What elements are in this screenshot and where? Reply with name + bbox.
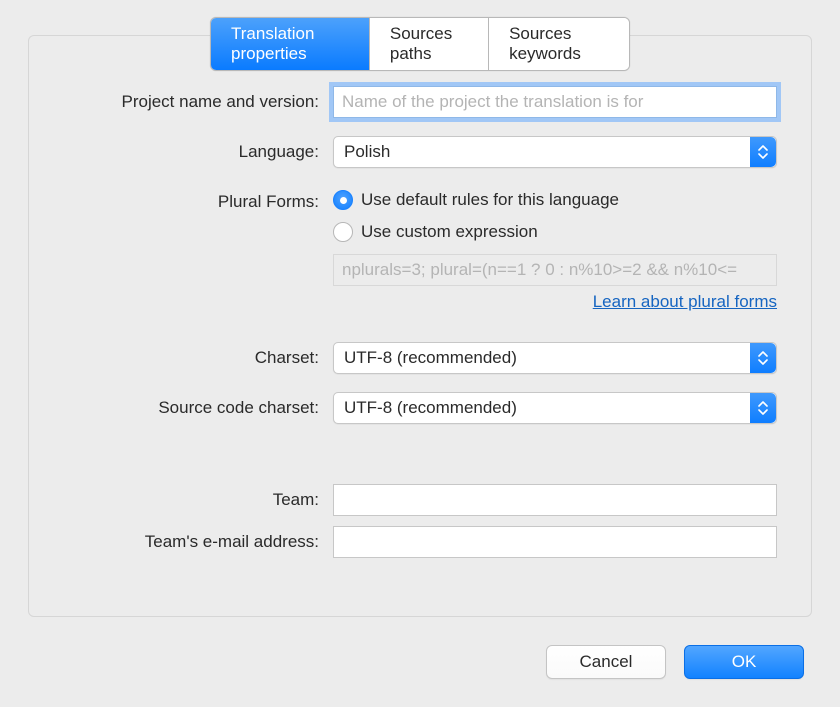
project-name-label: Project name and version: (63, 86, 333, 112)
plural-help-link[interactable]: Learn about plural forms (593, 292, 777, 311)
source-charset-select-value: UTF-8 (recommended) (333, 392, 777, 424)
properties-panel: Project name and version: Language: Poli… (28, 35, 812, 617)
chevron-down-icon (750, 137, 776, 167)
ok-button[interactable]: OK (684, 645, 804, 679)
language-label: Language: (63, 136, 333, 162)
chevron-down-icon (750, 393, 776, 423)
source-charset-select[interactable]: UTF-8 (recommended) (333, 392, 777, 424)
tab-sources-paths[interactable]: Sources paths (370, 18, 489, 70)
language-select[interactable]: Polish (333, 136, 777, 168)
team-input[interactable] (333, 484, 777, 516)
tab-sources-keywords[interactable]: Sources keywords (489, 18, 629, 70)
charset-label: Charset: (63, 342, 333, 368)
charset-select[interactable]: UTF-8 (recommended) (333, 342, 777, 374)
language-select-value: Polish (333, 136, 777, 168)
team-label: Team: (63, 484, 333, 510)
plural-expression-input (333, 254, 777, 286)
cancel-button[interactable]: Cancel (546, 645, 666, 679)
plural-custom-radio[interactable] (333, 222, 353, 242)
team-email-label: Team's e-mail address: (63, 526, 333, 552)
plural-default-radio-label: Use default rules for this language (361, 190, 619, 210)
team-email-input[interactable] (333, 526, 777, 558)
source-charset-label: Source code charset: (63, 392, 333, 418)
plural-forms-label: Plural Forms: (63, 186, 333, 212)
dialog-buttons: Cancel OK (546, 645, 804, 679)
tab-translation-properties[interactable]: Translation properties (211, 18, 370, 70)
plural-custom-radio-label: Use custom expression (361, 222, 538, 242)
tab-bar: Translation properties Sources paths Sou… (210, 17, 630, 71)
chevron-down-icon (750, 343, 776, 373)
plural-default-radio[interactable] (333, 190, 353, 210)
project-name-input[interactable] (333, 86, 777, 118)
charset-select-value: UTF-8 (recommended) (333, 342, 777, 374)
